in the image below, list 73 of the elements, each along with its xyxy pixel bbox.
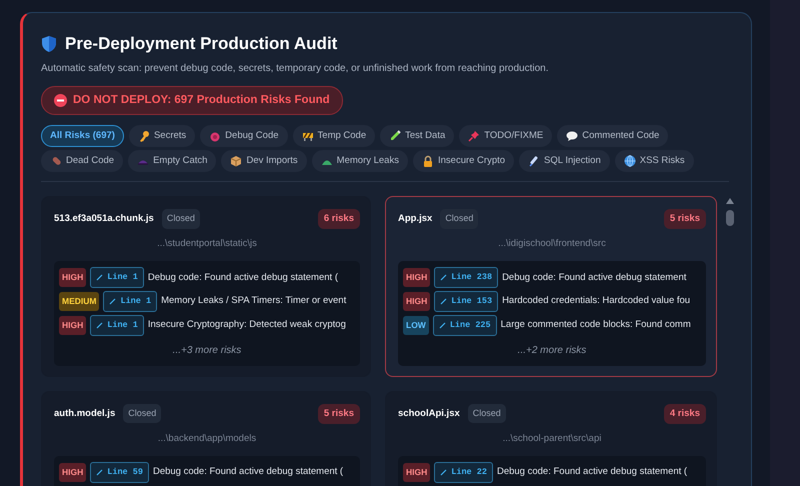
filter-chip[interactable]: Debug Code bbox=[200, 124, 288, 147]
file-name: schoolApi.jsx bbox=[398, 406, 460, 420]
severity-badge: HIGH bbox=[59, 463, 86, 482]
line-link[interactable]: Line 1 bbox=[90, 314, 144, 336]
risk-count-badge: 4 risks bbox=[664, 404, 706, 424]
issue-text: Debug code: Found active debug statement ( bbox=[148, 270, 338, 284]
file-path: ...\idigischool\frontend\src bbox=[497, 237, 607, 251]
issue-text: Insecure Cryptography: Detected weak cryptog bbox=[148, 318, 346, 332]
severity-badge: LOW bbox=[403, 316, 429, 334]
line-link[interactable]: Line 1 bbox=[90, 267, 144, 288]
risk-count-badge: 5 risks bbox=[318, 404, 360, 424]
page-title: Pre-Deployment Production Audit bbox=[65, 33, 338, 55]
alert-text: DO NOT DEPLOY: 697 Production Risks Found bbox=[73, 92, 330, 108]
issue-text: Hardcoded credentials: Hardcoded value fou bbox=[502, 294, 690, 308]
status-badge: Closed bbox=[440, 209, 478, 229]
file-path: ...\school-parent\src\api bbox=[502, 432, 602, 446]
file-path: ...\backend\app\models bbox=[156, 432, 258, 446]
package-icon bbox=[230, 154, 242, 167]
file-card[interactable]: schoolApi.jsx Closed 4 risks ...\school-parent\src\api HIGH Line 22 Debug code: Found active debug statement ( bbox=[385, 390, 717, 486]
severity-badge: HIGH bbox=[403, 268, 430, 287]
filter-chip[interactable]: Insecure Crypto bbox=[412, 150, 514, 172]
filter-chip[interactable]: Temp Code bbox=[292, 124, 376, 147]
status-badge: Closed bbox=[468, 404, 506, 424]
issue-text: Debug code: Found active debug statement ( bbox=[496, 465, 688, 480]
more-risks-text: ...+3 more risks bbox=[172, 344, 242, 358]
key-icon bbox=[138, 130, 150, 142]
severity-badge: HIGH bbox=[403, 292, 430, 311]
filter-chip[interactable]: Test Data bbox=[380, 124, 454, 147]
risk-count-badge: 5 risks bbox=[664, 208, 706, 229]
filter-chip[interactable]: Secrets bbox=[128, 124, 196, 147]
status-badge: Closed bbox=[123, 404, 162, 424]
line-link[interactable]: Line 153 bbox=[434, 291, 498, 312]
severity-badge: HIGH bbox=[59, 268, 86, 287]
file-path: ...\studentportal\static\js bbox=[156, 237, 258, 251]
severity-badge: HIGH bbox=[59, 316, 86, 334]
filter-chip[interactable]: Dead Code bbox=[41, 150, 124, 172]
filter-chip[interactable]: TODO/FIXME bbox=[459, 124, 552, 147]
bug-icon bbox=[209, 130, 222, 142]
line-link[interactable]: Line 225 bbox=[432, 314, 497, 336]
filter-chip[interactable]: XSS Risks bbox=[614, 150, 694, 172]
line-link[interactable]: Line 1 bbox=[103, 291, 158, 312]
syringe-icon bbox=[528, 154, 540, 167]
lock-icon bbox=[422, 154, 434, 167]
file-card[interactable]: auth.model.js Closed 5 risks ...\backend\app\models HIGH Line 59 Debug code: Found active debug statement ( bbox=[41, 390, 371, 486]
file-card[interactable] bbox=[385, 196, 717, 376]
more-risks-text: ...+2 more risks bbox=[516, 344, 588, 358]
file-name: App.jsx bbox=[398, 212, 432, 226]
issue-text: Large commented code blocks: Found comm bbox=[500, 318, 691, 332]
issue-text: Debug code: Found active debug statement bbox=[502, 270, 686, 284]
severity-badge: MEDIUM bbox=[59, 292, 100, 311]
file-card[interactable] bbox=[41, 196, 371, 376]
filter-chip[interactable]: Dev Imports bbox=[221, 150, 307, 172]
speech-bubble-icon bbox=[566, 130, 578, 142]
file-name: 513.ef3a051a.chunk.js bbox=[54, 212, 154, 226]
filter-chip[interactable]: Empty Catch bbox=[128, 150, 216, 172]
file-name: auth.model.js bbox=[54, 406, 116, 420]
filter-chip[interactable]: SQL Injection bbox=[519, 150, 610, 172]
filter-chip[interactable]: All Risks (697) bbox=[41, 124, 124, 147]
risk-count-badge: 6 risks bbox=[318, 208, 360, 229]
no-entry-icon bbox=[54, 94, 67, 107]
globe-icon bbox=[624, 154, 636, 167]
status-badge: Closed bbox=[162, 209, 200, 229]
severity-badge: HIGH bbox=[403, 463, 430, 482]
filter-chip[interactable]: Memory Leaks bbox=[312, 150, 408, 172]
line-link[interactable]: Line 22 bbox=[434, 462, 493, 483]
issue-text: Memory Leaks / SPA Timers: Timer or event bbox=[161, 294, 346, 308]
issue-text: Debug code: Found active debug statement ( bbox=[152, 465, 344, 480]
shield-icon bbox=[41, 34, 57, 53]
pushpin-icon bbox=[468, 130, 480, 142]
filter-chip[interactable]: Commented Code bbox=[557, 124, 668, 147]
line-link[interactable]: Line 238 bbox=[434, 267, 498, 288]
line-link[interactable]: Line 59 bbox=[90, 462, 149, 483]
page-subtitle: Automatic safety scan: prevent debug code, secrets, temporary code, or unfinished work from reaching production. bbox=[41, 62, 550, 76]
